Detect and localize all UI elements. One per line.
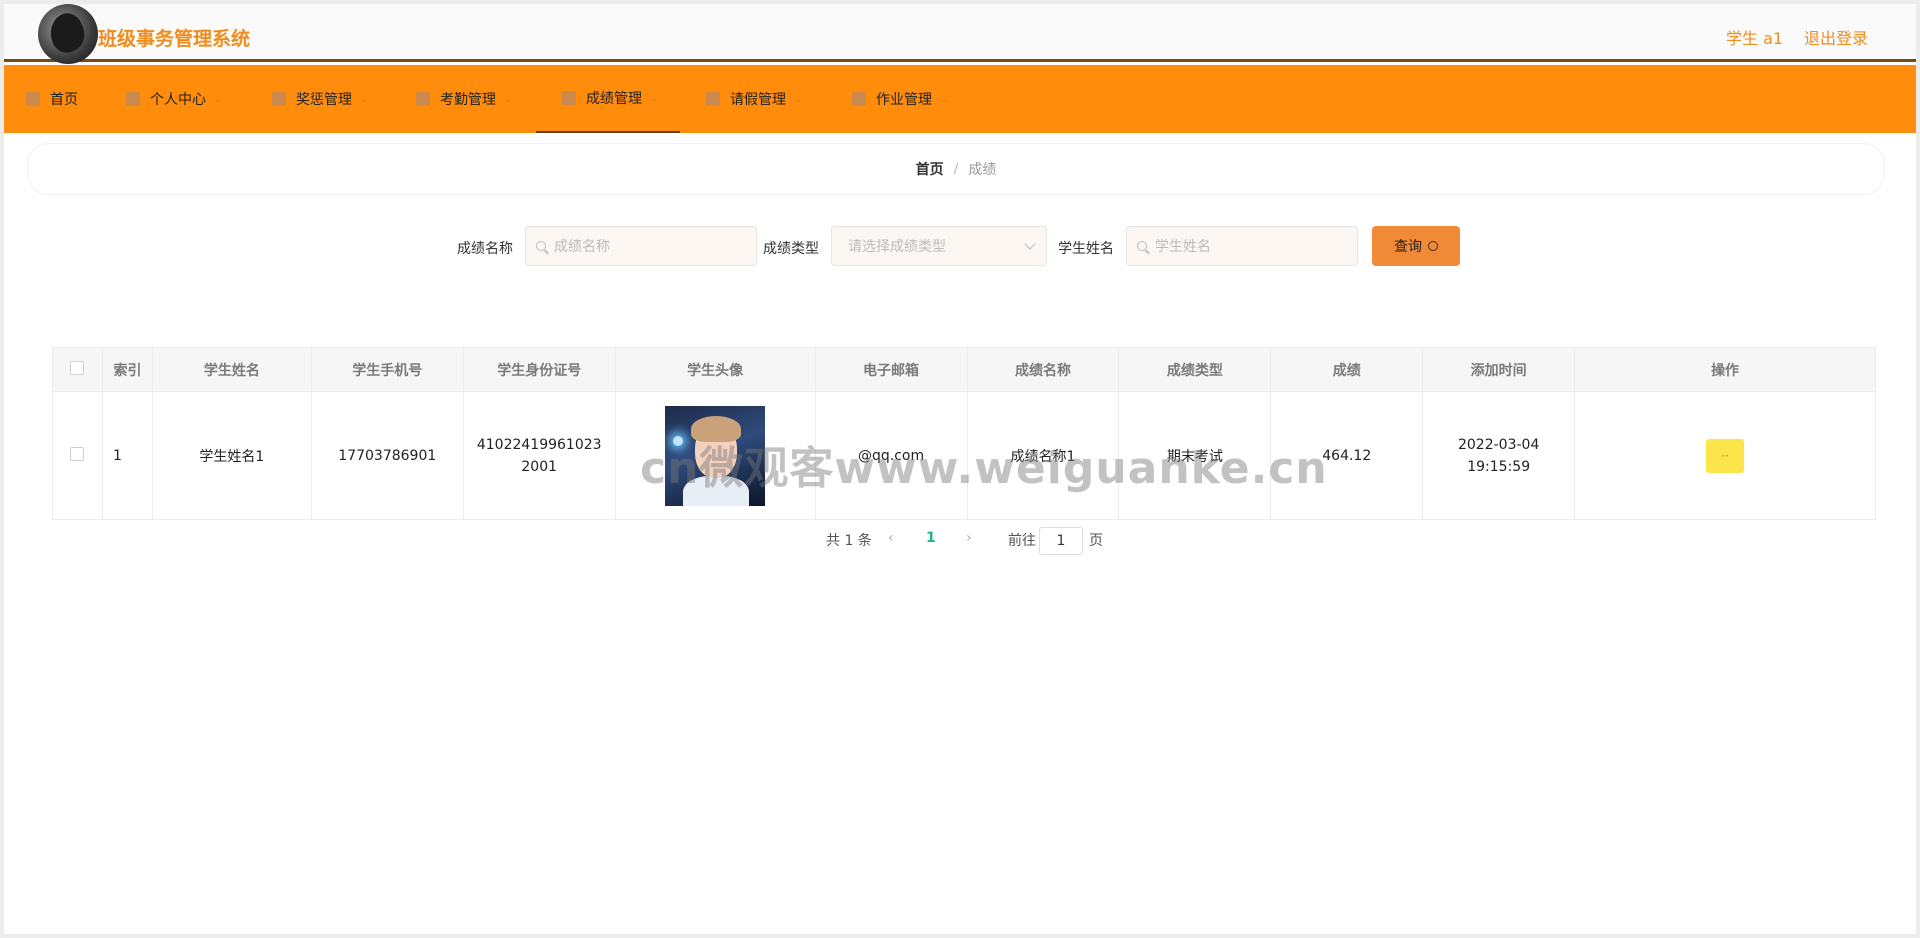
query-button[interactable]: 查询 (1372, 226, 1460, 266)
nav-label: 奖惩管理 (296, 92, 352, 108)
column-header: 成绩 (1270, 347, 1424, 392)
column-header: 学生姓名 (151, 347, 312, 392)
chevron-down-icon: ⌄ (360, 93, 369, 105)
score-type-placeholder: 请选择成绩类型 (848, 239, 946, 255)
nav-label: 个人中心 (150, 92, 206, 108)
column-header: 学生手机号 (310, 347, 464, 392)
nav-leave[interactable]: 请假管理 ⌄ (706, 65, 802, 133)
watermark-text: cn微观客www.weiguanke.cn (640, 443, 1328, 494)
score-name-placeholder: 成绩名称 (554, 239, 610, 255)
student-name-input[interactable]: 学生姓名 (1126, 226, 1358, 266)
row-checkbox[interactable] (70, 446, 85, 461)
logout-link[interactable]: 退出登录 (1804, 25, 1868, 49)
table-header-row: 索引 学生姓名 学生手机号 学生身份证号 学生头像 电子邮箱 成绩名称 成绩类型… (52, 347, 1876, 392)
search-icon (536, 241, 546, 251)
cell-actions: ·· (1574, 391, 1876, 520)
student-name-label: 学生姓名 (1058, 241, 1114, 257)
nav-rewards[interactable]: 奖惩管理 ⌄ (272, 65, 368, 133)
nav-homework[interactable]: 作业管理 ⌄ (852, 65, 948, 133)
phone-icon (852, 92, 866, 106)
nav-label: 考勤管理 (440, 92, 496, 108)
app-window: 班级事务管理系统 学生 a1 退出登录 首页 个人中心 ⌄ 奖惩管理 ⌄ 考勤管… (4, 4, 1916, 934)
column-header: 电子邮箱 (814, 347, 968, 392)
chevron-down-icon: ⌄ (940, 93, 949, 105)
nav-attendance[interactable]: 考勤管理 ⌄ (416, 65, 512, 133)
cell-phone: 17703786901 (310, 391, 464, 520)
column-header: 添加时间 (1422, 347, 1576, 392)
user-icon (126, 92, 140, 106)
nav-home[interactable]: 首页 (26, 65, 78, 133)
goto-label: 前往 (1008, 533, 1036, 549)
nav-label: 作业管理 (876, 92, 932, 108)
column-header: 学生身份证号 (462, 347, 616, 392)
breadcrumb-current: 成绩 (968, 162, 997, 178)
logo (38, 4, 98, 64)
select-all-cell (52, 347, 103, 392)
pagination-total: 共 1 条 (826, 533, 872, 549)
chevron-down-icon: ⌄ (214, 93, 223, 105)
search-icon (1137, 241, 1147, 251)
home-icon (26, 92, 40, 106)
breadcrumb-separator: / (953, 161, 959, 177)
chevron-down-icon: ⌄ (794, 93, 803, 105)
bird-icon (43, 8, 91, 58)
nav-label: 成绩管理 (586, 91, 642, 107)
app-title: 班级事务管理系统 (98, 28, 251, 50)
chart-icon (562, 91, 576, 105)
score-type-label: 成绩类型 (763, 241, 819, 257)
breadcrumb-home[interactable]: 首页 (916, 159, 944, 179)
more-actions-button[interactable]: ·· (1706, 438, 1745, 473)
next-page-button[interactable]: › (966, 530, 972, 546)
cell-id-card: 410224199610232001 (462, 391, 616, 520)
main-nav: 首页 个人中心 ⌄ 奖惩管理 ⌄ 考勤管理 ⌄ 成绩管理 ⌄ 请假管理 ⌄ 作业… (4, 65, 1916, 133)
chat-icon (272, 92, 286, 106)
nav-label: 首页 (50, 92, 78, 108)
grid-icon (416, 92, 430, 106)
chevron-down-icon: ⌄ (504, 93, 513, 105)
page-number-1[interactable]: 1 (926, 530, 936, 546)
cell-add-time: 2022-03-04 19:15:59 (1422, 391, 1576, 520)
score-name-input[interactable]: 成绩名称 (525, 226, 757, 266)
column-header: 成绩名称 (966, 347, 1120, 392)
breadcrumb: 首页 / 成绩 (28, 144, 1884, 194)
column-header: 学生头像 (614, 347, 816, 392)
column-header: 操作 (1574, 347, 1876, 392)
query-label: 查询 (1394, 239, 1422, 255)
chevron-down-icon (1024, 238, 1036, 250)
student-name-placeholder: 学生姓名 (1155, 239, 1211, 255)
cell-student-name: 学生姓名1 (151, 391, 312, 520)
select-all-checkbox[interactable] (70, 360, 85, 375)
nav-label: 请假管理 (730, 92, 786, 108)
row-select-cell (52, 391, 103, 520)
search-icon (1428, 241, 1438, 251)
goto-page-input[interactable]: 1 (1039, 527, 1083, 555)
score-name-label: 成绩名称 (457, 241, 513, 257)
prev-page-button[interactable]: ‹ (888, 530, 894, 546)
page-unit-label: 页 (1089, 533, 1103, 549)
nav-grades[interactable]: 成绩管理 ⌄ (536, 65, 680, 133)
column-header: 索引 (101, 347, 153, 392)
pin-icon (706, 92, 720, 106)
column-header: 成绩类型 (1118, 347, 1272, 392)
cell-index: 1 (101, 391, 153, 520)
current-user: 学生 a1 (1726, 29, 1784, 48)
content-panel: 成绩名称 成绩名称 成绩类型 请选择成绩类型 学生姓名 学生姓名 查询 索引 学… (28, 204, 1884, 576)
top-header: 班级事务管理系统 学生 a1 退出登录 (4, 4, 1916, 64)
score-type-select[interactable]: 请选择成绩类型 (831, 226, 1047, 266)
chevron-down-icon: ⌄ (650, 92, 659, 104)
nav-profile[interactable]: 个人中心 ⌄ (126, 65, 222, 133)
